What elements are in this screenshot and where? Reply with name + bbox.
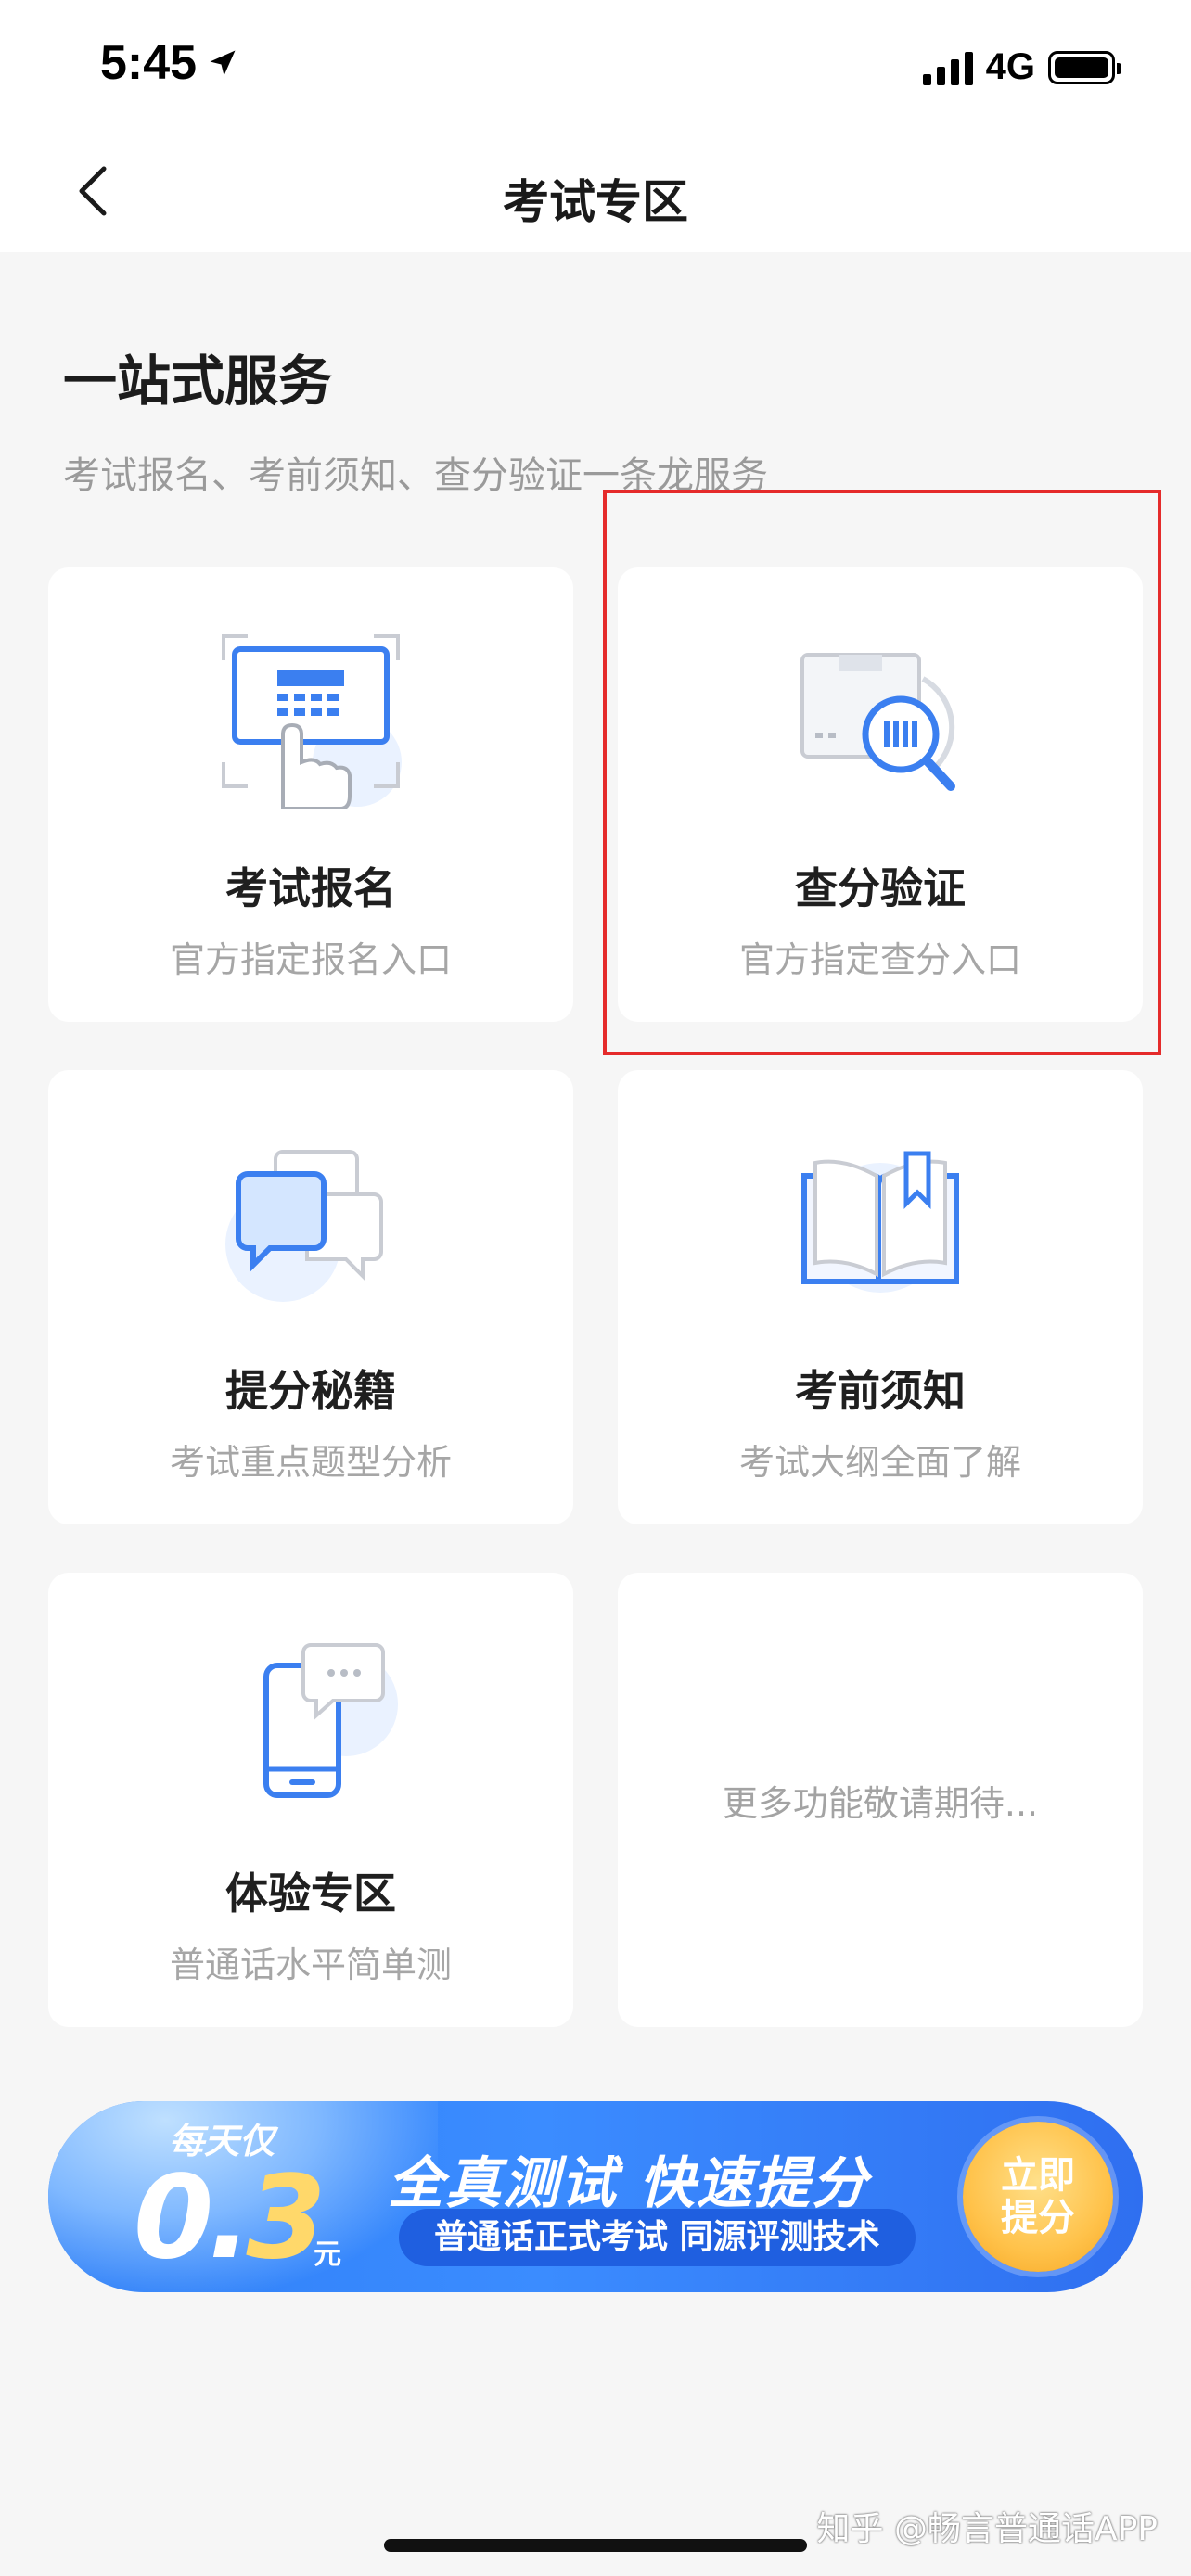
promo-banner[interactable]: 每天仅 0.3 元 全真测试 快速提分 普通话正式考试 同源评测技术 立即 提分 [48, 2101, 1143, 2292]
card-title: 体验专区 [225, 1868, 396, 1919]
card-desc: 考试大纲全面了解 [738, 1442, 1021, 1483]
banner-price: 0.3 [134, 2151, 327, 2285]
card-exam-registration[interactable]: 考试报名 官方指定报名入口 [48, 567, 573, 1022]
cta-line-1: 立即 [1001, 2154, 1075, 2197]
card-experience-zone[interactable]: 体验专区 普通话水平简单测 [48, 1573, 573, 2027]
banner-headline: 全真测试 快速提分 [388, 2151, 869, 2216]
status-right: 4G [922, 46, 1121, 88]
location-arrow-icon [210, 50, 236, 76]
registration-icon [218, 623, 403, 810]
watermark: 知乎 @畅言普通话APP [816, 2510, 1159, 2548]
book-icon [788, 1126, 973, 1311]
banner-cta-button[interactable]: 立即 提分 [963, 2122, 1113, 2272]
home-indicator [384, 2539, 807, 2552]
price-integer: 0. [134, 2151, 251, 2285]
card-title: 提分秘籍 [225, 1366, 396, 1416]
card-desc: 考试重点题型分析 [169, 1442, 452, 1483]
banner-tagline: 普通话正式考试 同源评测技术 [399, 2209, 916, 2266]
card-title: 查分验证 [795, 863, 966, 913]
signal-icon [922, 50, 973, 85]
coming-soon-text: 更多功能敬请期待... [722, 1782, 1039, 1824]
score-check-icon [788, 623, 973, 809]
status-bar: 5:45 4G [0, 0, 1191, 130]
cta-line-2: 提分 [1001, 2197, 1075, 2239]
card-desc: 官方指定报名入口 [169, 939, 452, 980]
battery-icon [1048, 50, 1121, 84]
card-title: 考试报名 [225, 863, 396, 913]
card-desc: 官方指定查分入口 [738, 939, 1021, 980]
card-title: 考前须知 [795, 1366, 966, 1416]
status-time: 5:45 [100, 35, 239, 91]
card-exam-notice[interactable]: 考前须知 考试大纲全面了解 [618, 1070, 1143, 1524]
card-desc: 普通话水平简单测 [169, 1945, 452, 1985]
banner-unit: 元 [314, 2238, 341, 2271]
time-text: 5:45 [100, 36, 198, 90]
chat-bubbles-icon [218, 1126, 403, 1311]
page-title: 考试专区 [503, 175, 688, 229]
section-subtitle: 考试报名、考前须知、查分验证一条龙服务 [63, 454, 768, 497]
price-decimal: 3 [246, 2151, 326, 2285]
network-type: 4G [985, 46, 1035, 87]
section-title: 一站式服务 [63, 350, 333, 413]
card-score-verify[interactable]: 查分验证 官方指定查分入口 [618, 567, 1143, 1022]
nav-bar: 考试专区 [0, 130, 1191, 252]
card-more-coming: 更多功能敬请期待... [618, 1573, 1143, 2027]
phone-chat-icon [218, 1628, 403, 1814]
card-score-tips[interactable]: 提分秘籍 考试重点题型分析 [48, 1070, 573, 1524]
